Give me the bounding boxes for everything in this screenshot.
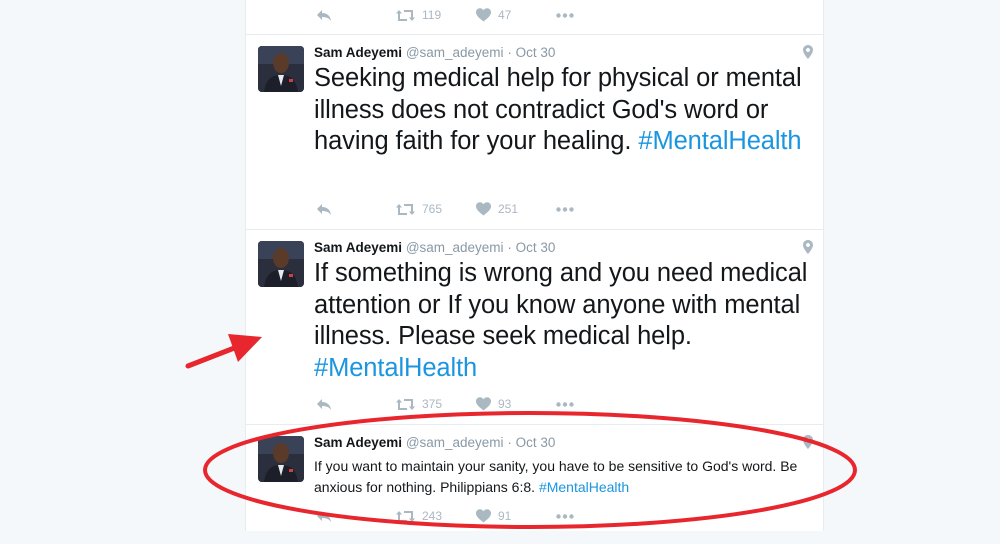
separator-dot: · — [507, 45, 512, 60]
tweet-text-content: If something is wrong and you need medic… — [314, 259, 808, 350]
author-handle[interactable]: @sam_adeyemi — [406, 240, 504, 255]
author-name[interactable]: Sam Adeyemi — [314, 45, 402, 60]
tweet-actions: 375 93 — [316, 394, 586, 414]
like-button[interactable]: 91 — [476, 509, 556, 523]
retweet-count: 375 — [422, 397, 443, 411]
reply-icon — [317, 511, 331, 522]
tweet-actions: 119 47 — [316, 5, 586, 25]
avatar[interactable] — [258, 46, 304, 92]
like-button[interactable]: 47 — [476, 8, 556, 22]
retweet-count: 765 — [422, 202, 443, 216]
retweet-icon — [396, 398, 415, 410]
tweet-header: Sam Adeyemi @sam_adeyemi · Oct 30 — [314, 435, 555, 450]
tweet-text: If something is wrong and you need medic… — [314, 258, 809, 384]
retweet-icon — [396, 9, 415, 21]
location-button[interactable] — [803, 435, 813, 454]
avatar-photo — [258, 46, 304, 92]
location-button[interactable] — [803, 45, 813, 64]
more-button[interactable] — [556, 513, 586, 519]
retweet-button[interactable]: 375 — [396, 397, 476, 411]
tweet-timestamp[interactable]: Oct 30 — [516, 435, 556, 450]
author-handle[interactable]: @sam_adeyemi — [406, 435, 504, 450]
location-button[interactable] — [803, 240, 813, 259]
tweet-actions: 765 251 — [316, 199, 586, 219]
reply-button[interactable] — [316, 202, 396, 216]
more-button[interactable] — [556, 401, 586, 407]
tweet-actions: 243 91 — [316, 506, 586, 526]
tweet-item[interactable]: Sam Adeyemi @sam_adeyemi · Oct 30 Seekin… — [246, 34, 823, 230]
tweet-item[interactable]: Sam Adeyemi @sam_adeyemi · Oct 30 If som… — [246, 229, 823, 425]
tweet-header: Sam Adeyemi @sam_adeyemi · Oct 30 — [314, 45, 555, 60]
retweet-button[interactable]: 243 — [396, 509, 476, 523]
tweet-text: Seeking medical help for physical or men… — [314, 63, 809, 158]
like-count: 47 — [498, 8, 512, 22]
hashtag-link[interactable]: #MentalHealth — [638, 127, 801, 155]
retweet-button[interactable]: 765 — [396, 202, 476, 216]
reply-button[interactable] — [316, 8, 396, 22]
tweet-item[interactable]: Sam Adeyemi @sam_adeyemi · Oct 30 If you… — [246, 424, 823, 544]
tweet-item[interactable]: 119 47 — [246, 0, 823, 35]
location-pin-icon — [803, 435, 813, 449]
hashtag-link[interactable]: #MentalHealth — [539, 479, 629, 495]
tweet-timestamp[interactable]: Oct 30 — [516, 45, 556, 60]
author-handle[interactable]: @sam_adeyemi — [406, 45, 504, 60]
heart-icon — [476, 509, 491, 523]
more-button[interactable] — [556, 12, 586, 18]
reply-icon — [317, 10, 331, 21]
retweet-icon — [396, 203, 415, 215]
heart-icon — [476, 202, 491, 216]
reply-button[interactable] — [316, 397, 396, 411]
more-dots-icon — [556, 513, 574, 519]
location-pin-icon — [803, 240, 813, 254]
retweet-count: 243 — [422, 509, 443, 523]
hashtag-link[interactable]: #MentalHealth — [314, 354, 477, 382]
tweet-header: Sam Adeyemi @sam_adeyemi · Oct 30 — [314, 240, 555, 255]
like-count: 93 — [498, 397, 512, 411]
separator-dot: · — [507, 240, 512, 255]
reply-icon — [317, 204, 331, 215]
heart-icon — [476, 8, 491, 22]
avatar-photo — [258, 436, 304, 482]
like-count: 91 — [498, 509, 512, 523]
heart-icon — [476, 397, 491, 411]
author-name[interactable]: Sam Adeyemi — [314, 435, 402, 450]
avatar[interactable] — [258, 241, 304, 287]
tweet-text: If you want to maintain your sanity, you… — [314, 456, 809, 498]
separator-dot: · — [507, 435, 512, 450]
more-dots-icon — [556, 206, 574, 212]
tweet-timeline: 119 47 Sam Adeyemi @sam_adeyemi · Oct 30… — [245, 0, 824, 531]
like-count: 251 — [498, 202, 519, 216]
reply-icon — [317, 399, 331, 410]
like-button[interactable]: 251 — [476, 202, 556, 216]
more-button[interactable] — [556, 206, 586, 212]
retweet-button[interactable]: 119 — [396, 8, 476, 22]
retweet-count: 119 — [422, 8, 442, 22]
reply-button[interactable] — [316, 509, 396, 523]
more-dots-icon — [556, 401, 574, 407]
author-name[interactable]: Sam Adeyemi — [314, 240, 402, 255]
avatar[interactable] — [258, 436, 304, 482]
avatar-photo — [258, 241, 304, 287]
tweet-timestamp[interactable]: Oct 30 — [516, 240, 556, 255]
more-dots-icon — [556, 12, 574, 18]
retweet-icon — [396, 510, 415, 522]
like-button[interactable]: 93 — [476, 397, 556, 411]
location-pin-icon — [803, 45, 813, 59]
